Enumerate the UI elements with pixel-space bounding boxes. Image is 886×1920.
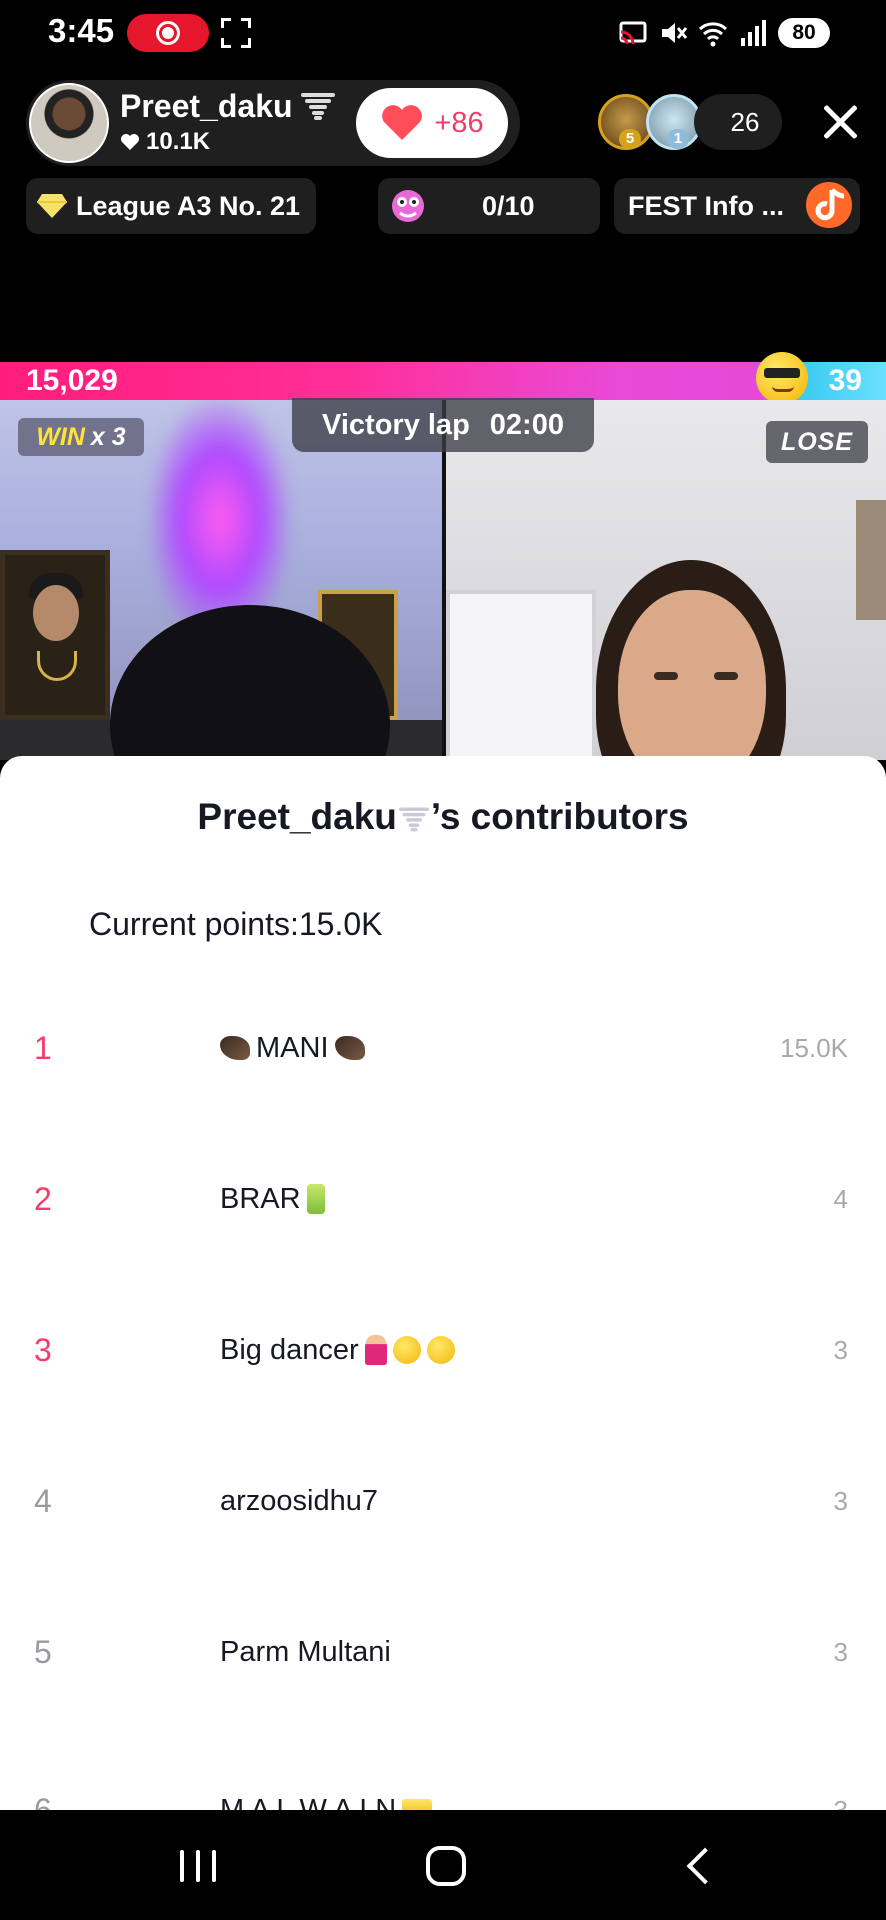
contributor-name[interactable]: arzoosidhu7 — [220, 1471, 378, 1531]
contributor-rank: 5 — [34, 1634, 52, 1670]
win-badge: WIN x 3 — [18, 418, 144, 456]
cast-icon — [618, 18, 648, 48]
close-icon[interactable] — [820, 102, 860, 142]
battle-score-bar: 15,029 39 — [0, 362, 886, 400]
fest-info-chip[interactable]: FEST Info ... — [614, 178, 860, 234]
score-left: 15,029 — [26, 364, 118, 397]
home-icon[interactable] — [426, 1846, 466, 1886]
contributor-row[interactable]: 4 arzoosidhu7 3 — [0, 1471, 886, 1531]
viewer-count[interactable]: 26 — [694, 94, 782, 150]
contributor-name[interactable]: M A L W A I N — [220, 1780, 433, 1810]
contributor-rank: 1 — [34, 1030, 52, 1066]
dancer-icon — [364, 1335, 387, 1365]
contributor-row[interactable]: 5 Parm Multani 3 — [0, 1622, 886, 1682]
contributor-row[interactable]: 3 Big dancer 3 — [0, 1320, 886, 1380]
recents-icon[interactable] — [180, 1850, 216, 1882]
victory-lap-timer: Victory lap 02:00 — [292, 398, 594, 452]
contributor-name[interactable]: BRAR — [220, 1169, 325, 1229]
contributor-name[interactable]: MANI — [220, 1018, 365, 1078]
score-right: 39 — [828, 364, 862, 397]
viewer-list[interactable]: 5 1 26 — [598, 94, 784, 150]
contributors-sheet: Preet_daku ’s contributors Current point… — [0, 756, 886, 1810]
battery-indicator: 80 — [778, 18, 830, 48]
contributor-rank: 6 — [34, 1792, 52, 1810]
wifi-icon — [698, 18, 728, 48]
fullscreen-icon[interactable] — [221, 18, 251, 48]
shushing-face-icon — [392, 1336, 421, 1364]
eagle-icon — [220, 1036, 250, 1060]
diamond-icon — [37, 194, 67, 218]
tornado-icon — [301, 93, 336, 120]
host-name: Preet_daku — [120, 88, 336, 125]
gift-icon — [392, 190, 424, 222]
signal-icon — [738, 18, 768, 48]
contributor-rank: 3 — [34, 1332, 52, 1368]
gift-goal-chip[interactable]: 0/10 — [378, 178, 600, 234]
contributor-rank: 4 — [34, 1483, 52, 1519]
heart-icon — [121, 134, 139, 150]
crown-icon — [402, 1799, 433, 1810]
follow-button[interactable]: +86 — [356, 88, 508, 158]
contributor-name[interactable]: Big dancer — [220, 1320, 455, 1380]
cool-face-icon — [756, 352, 808, 404]
eagle-icon — [334, 1036, 365, 1060]
contributor-score: 15.0K — [780, 1033, 848, 1063]
status-time: 3:45 — [48, 12, 115, 49]
lose-badge: LOSE — [766, 421, 868, 463]
wheat-icon — [306, 1184, 325, 1214]
screen-record-icon[interactable] — [127, 14, 209, 52]
contributor-rank: 2 — [34, 1181, 52, 1217]
current-points: Current points:15.0K — [89, 906, 383, 942]
contributor-name[interactable]: Parm Multani — [220, 1622, 391, 1682]
follow-count: +86 — [434, 106, 484, 139]
league-chip[interactable]: League A3 No. 21 — [26, 178, 316, 234]
shushing-face-icon — [426, 1336, 455, 1364]
contributor-row[interactable]: 2 BRAR 4 — [0, 1169, 886, 1229]
host-card[interactable]: Preet_daku 10.1K +86 — [26, 80, 520, 166]
music-note-icon — [806, 182, 852, 228]
contributor-row[interactable]: 6 M A L W A I N 3 — [0, 1780, 886, 1810]
host-avatar[interactable] — [29, 83, 109, 163]
host-likes: 10.1K — [120, 128, 210, 156]
sheet-title: Preet_daku ’s contributors — [197, 796, 689, 837]
contributor-score: 3 — [833, 1486, 848, 1516]
back-icon[interactable] — [684, 1850, 714, 1880]
status-bar: 3:45 80 — [0, 0, 886, 66]
heart-icon — [382, 105, 423, 140]
mute-icon — [658, 18, 688, 48]
tornado-icon — [398, 807, 429, 832]
contributor-row[interactable]: 1 MANI 15.0K — [0, 1018, 886, 1078]
navigation-bar — [0, 1810, 886, 1920]
contributor-score: 3 — [833, 1335, 848, 1365]
contributor-score: 3 — [833, 1637, 848, 1667]
contributor-score: 4 — [833, 1184, 848, 1214]
contributor-score: 3 — [833, 1795, 848, 1810]
